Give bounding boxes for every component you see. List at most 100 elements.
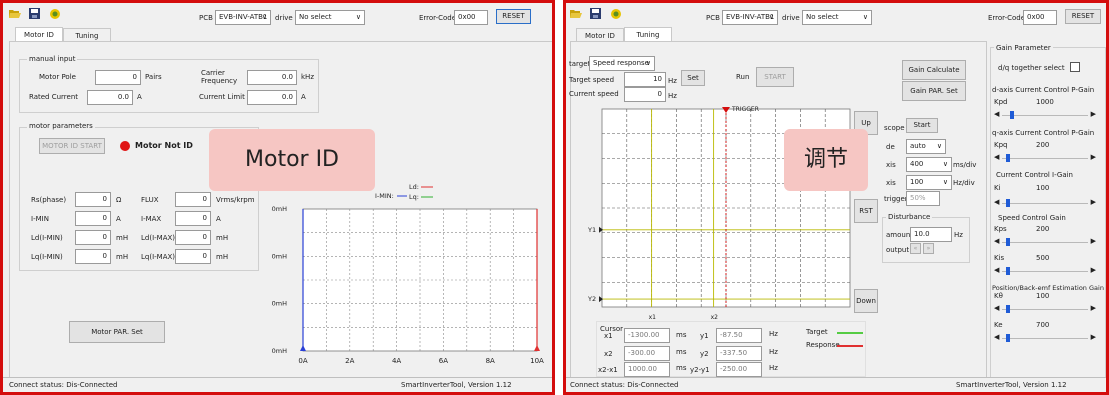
slider-right-arrow-icon[interactable]: ▶ <box>1091 304 1096 312</box>
slider-right-arrow-icon[interactable]: ▶ <box>1091 333 1096 341</box>
target-speed-unit: Hz <box>668 77 677 85</box>
x-tick-label: 10A <box>530 357 544 365</box>
slider-track <box>1002 115 1088 116</box>
gain-par-set-button[interactable]: Gain PAR. Set <box>902 81 966 101</box>
motor-pole-input[interactable]: 0 <box>95 70 141 85</box>
y-axis-select-value: 100 <box>910 178 924 186</box>
amount-input[interactable]: 10.0 <box>910 227 952 242</box>
kpq-slider[interactable]: ◀ ▶ <box>994 153 1096 163</box>
rated-current-unit: A <box>137 93 142 101</box>
rated-current-input[interactable]: 0.0 <box>87 90 133 105</box>
kis-slider[interactable]: ◀ ▶ <box>994 266 1096 276</box>
inductance-chart: 0A 2A 4A 6A 8A 10A 0mH 10mH 20mH 30mH I-MIN: Ld: Lq: <box>271 183 544 365</box>
tab-tuning[interactable]: Tuning <box>63 28 111 42</box>
cursor-x2-label: x2 <box>604 350 613 358</box>
ktheta-slider[interactable]: ◀ ▶ <box>994 304 1096 314</box>
slider-thumb[interactable] <box>1010 111 1014 119</box>
d-gain-title: d-axis Current Control P-Gain <box>992 86 1095 94</box>
slider-thumb[interactable] <box>1006 238 1010 246</box>
cursor-y2-unit: Hz <box>769 348 778 356</box>
error-code-field: 0x00 <box>1023 10 1057 25</box>
slider-thumb[interactable] <box>1006 305 1010 313</box>
folder-open-icon[interactable] <box>9 8 21 19</box>
pcb-select[interactable]: EVB-INV-ATB1 ∨ <box>215 10 271 25</box>
settings-gear-icon[interactable] <box>610 8 622 19</box>
cursor-x2-unit: ms <box>676 348 687 356</box>
motor-id-window: PCB EVB-INV-ATB1 ∨ drive No select ∨ Err… <box>0 0 555 395</box>
slider-thumb[interactable] <box>1006 154 1010 162</box>
slider-left-arrow-icon[interactable]: ◀ <box>994 304 999 312</box>
pcb-select[interactable]: EVB-INV-ATB1 ∨ <box>722 10 778 25</box>
save-icon[interactable] <box>590 8 602 19</box>
motor-par-set-button[interactable]: Motor PAR. Set <box>69 321 165 343</box>
motor-id-start-button[interactable]: MOTOR ID START <box>39 138 105 154</box>
scope-down-button[interactable]: Down <box>854 289 878 313</box>
motor-pole-label: Motor Pole <box>39 73 76 81</box>
status-bar: Connect status: Dis-Connected SmartInver… <box>3 377 552 392</box>
cursor-x2-value: -300.00 <box>628 349 656 357</box>
drive-select-value: No select <box>806 13 839 21</box>
slider-right-arrow-icon[interactable]: ▶ <box>1091 110 1096 118</box>
tab-motor-id[interactable]: Motor ID <box>15 27 63 42</box>
y-tick-label: 30mH <box>271 205 287 213</box>
ld-imax-field: 0 <box>175 230 211 245</box>
reset-button[interactable]: RESET <box>1065 9 1101 24</box>
slider-thumb[interactable] <box>1006 267 1010 275</box>
cursor-dy-value: -250.00 <box>720 365 748 373</box>
output-decrease-button[interactable]: « <box>910 243 921 254</box>
slider-track <box>1002 309 1088 310</box>
y-axis-select[interactable]: 100 ∨ <box>906 175 952 190</box>
target-select[interactable]: Speed response ∨ <box>589 56 655 71</box>
kpd-slider[interactable]: ◀ ▶ <box>994 110 1096 120</box>
dq-together-checkbox[interactable] <box>1070 62 1080 72</box>
save-icon[interactable] <box>29 8 41 19</box>
set-button[interactable]: Set <box>681 70 705 86</box>
scope-start-button[interactable]: Start <box>906 118 938 133</box>
tab-motor-id[interactable]: Motor ID <box>576 28 624 42</box>
output-increase-button[interactable]: » <box>923 243 934 254</box>
trigger-level-select[interactable]: 50% <box>906 191 940 206</box>
mode-select[interactable]: auto ∨ <box>906 139 946 154</box>
cursor-x1-value: -1300.00 <box>628 331 660 339</box>
drive-select[interactable]: No select ∨ <box>295 10 365 25</box>
reset-button[interactable]: RESET <box>496 9 531 24</box>
slider-thumb[interactable] <box>1006 334 1010 342</box>
x-axis-select[interactable]: 400 ∨ <box>906 157 952 172</box>
slider-left-arrow-icon[interactable]: ◀ <box>994 198 999 206</box>
slider-left-arrow-icon[interactable]: ◀ <box>994 110 999 118</box>
slider-right-arrow-icon[interactable]: ▶ <box>1091 237 1096 245</box>
slider-left-arrow-icon[interactable]: ◀ <box>994 237 999 245</box>
scope-rst-button[interactable]: RST <box>854 199 878 223</box>
slider-right-arrow-icon[interactable]: ▶ <box>1091 266 1096 274</box>
kis-label: Kis <box>994 254 1005 262</box>
x-tick-label: 0A <box>298 357 307 365</box>
lq-imin-label: Lq(I-MIN) <box>31 253 63 261</box>
gain-calculate-button[interactable]: Gain Calculate <box>902 60 966 80</box>
pcb-label: PCB <box>199 14 213 22</box>
slider-right-arrow-icon[interactable]: ▶ <box>1091 153 1096 161</box>
slider-left-arrow-icon[interactable]: ◀ <box>994 333 999 341</box>
start-button[interactable]: START <box>756 67 794 87</box>
slider-right-arrow-icon[interactable]: ▶ <box>1091 198 1096 206</box>
gain-parameter-title: Gain Parameter <box>994 44 1053 52</box>
output-label: output <box>886 246 910 254</box>
slider-left-arrow-icon[interactable]: ◀ <box>994 153 999 161</box>
target-speed-input[interactable]: 10 <box>624 72 666 87</box>
ktheta-value: 100 <box>1036 292 1050 300</box>
ki-slider[interactable]: ◀ ▶ <box>994 198 1096 208</box>
slider-left-arrow-icon[interactable]: ◀ <box>994 266 999 274</box>
kps-slider[interactable]: ◀ ▶ <box>994 237 1096 247</box>
cursor-dy-field: -250.00 <box>716 362 762 377</box>
y2-label: Y2 <box>587 295 596 303</box>
drive-select[interactable]: No select ∨ <box>802 10 872 25</box>
settings-gear-icon[interactable] <box>49 8 61 19</box>
carrier-label-line1: Carrier <box>201 69 225 77</box>
pcb-select-value: EVB-INV-ATB1 <box>726 13 775 21</box>
carrier-frequency-input[interactable]: 0.0 <box>247 70 297 85</box>
ke-slider[interactable]: ◀ ▶ <box>994 333 1096 343</box>
slider-thumb[interactable] <box>1006 199 1010 207</box>
x2-marker-label: x2 <box>711 314 719 321</box>
folder-open-icon[interactable] <box>570 8 582 19</box>
current-limit-input[interactable]: 0.0 <box>247 90 297 105</box>
tab-tuning[interactable]: Tuning <box>624 27 672 42</box>
